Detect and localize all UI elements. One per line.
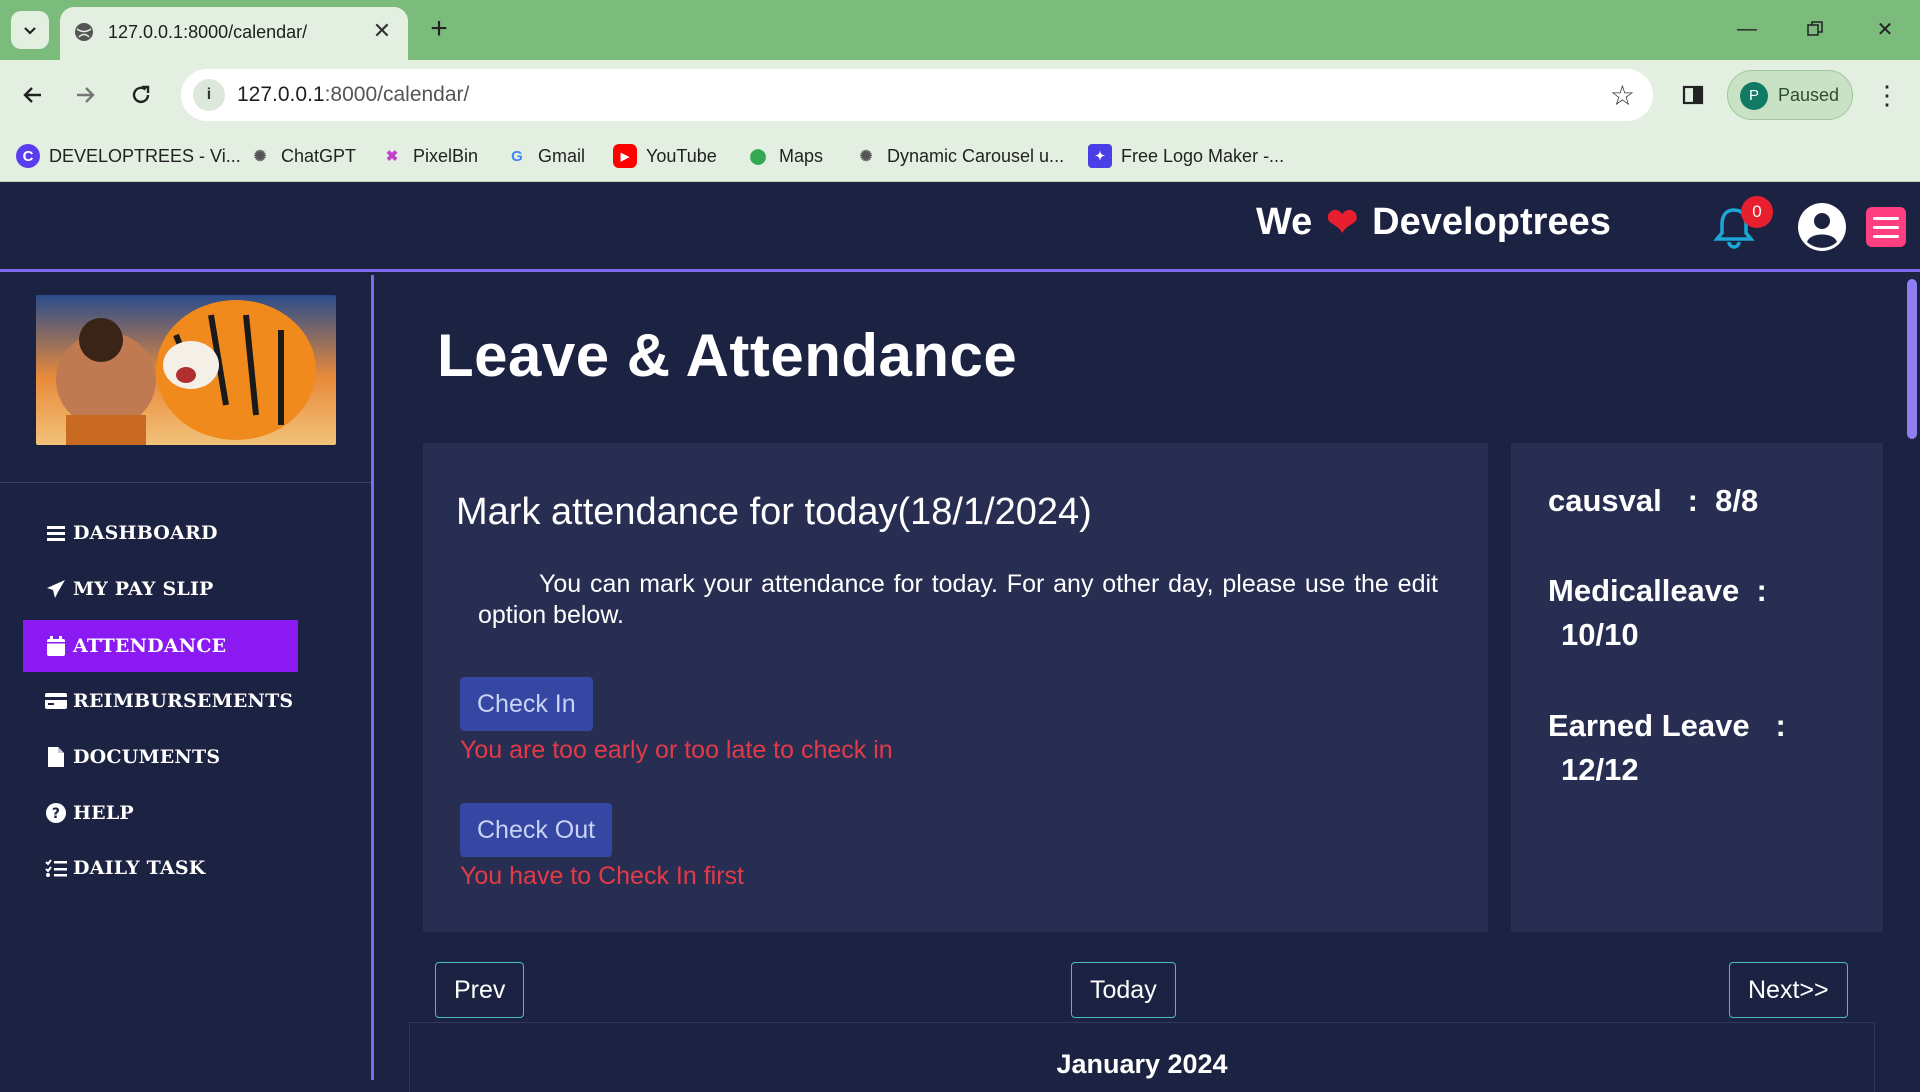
- svg-text:?: ?: [52, 806, 60, 822]
- bookmarks-bar: C DEVELOPTREES - Vi... ✺ ChatGPT ✖ Pixel…: [0, 130, 1920, 182]
- bars-icon: [45, 522, 67, 544]
- minimize-icon[interactable]: —: [1724, 12, 1770, 46]
- window-close-icon[interactable]: ✕: [1862, 12, 1908, 46]
- browser-menu-icon[interactable]: ⋮: [1868, 76, 1906, 114]
- browser-tab[interactable]: 127.0.0.1:8000/calendar/ ✕: [60, 7, 408, 60]
- attendance-description: You can mark your attendance for today. …: [478, 570, 1438, 629]
- user-account-icon[interactable]: [1797, 202, 1847, 252]
- calendar-month-title: January 2024: [1056, 1049, 1228, 1079]
- hamburger-menu-icon[interactable]: [1866, 207, 1906, 247]
- credit-card-icon: [45, 690, 67, 712]
- tab-search-button[interactable]: [11, 11, 49, 49]
- new-tab-button[interactable]: +: [424, 14, 454, 44]
- side-panel-icon[interactable]: [1674, 76, 1712, 114]
- leave-balance-card: causval : 8/8 Medicalleave : 10/10 Earne…: [1511, 443, 1883, 932]
- app-header: We ❤ Developtrees 0: [0, 182, 1920, 272]
- check-out-error: You have to Check In first: [460, 862, 744, 890]
- restore-icon[interactable]: [1792, 12, 1838, 46]
- profile-avatar: P: [1740, 82, 1768, 110]
- calendar-icon: [45, 635, 67, 657]
- profile-banner-image: [36, 295, 336, 445]
- browser-chrome: 127.0.0.1:8000/calendar/ ✕ + — ✕ i 127.0…: [0, 0, 1920, 182]
- bookmark-item[interactable]: ✺ Dynamic Carousel u...: [854, 140, 1064, 172]
- reload-icon[interactable]: [122, 76, 160, 114]
- sidebar-item-reimbursements[interactable]: REIMBURSEMENTS: [23, 675, 298, 727]
- earned-leave-value: 12/12: [1561, 752, 1639, 787]
- pixelbin-favicon: ✖: [385, 148, 399, 165]
- calendar-panel: January 2024: [409, 1022, 1875, 1092]
- notification-count-badge: 0: [1741, 196, 1773, 228]
- bookmark-item[interactable]: ⬤ Maps: [746, 140, 823, 172]
- bookmark-item[interactable]: ✦ Free Logo Maker -...: [1088, 140, 1284, 172]
- sidebar-item-documents[interactable]: DOCUMENTS: [23, 731, 298, 783]
- url-text: 127.0.0.1:8000/calendar/: [237, 83, 470, 106]
- sidebar-item-help[interactable]: ? HELP: [23, 787, 298, 839]
- sidebar-item-daily-task[interactable]: DAILY TASK: [23, 842, 298, 894]
- check-in-error: You are too early or too late to check i…: [460, 736, 893, 764]
- tab-title: 127.0.0.1:8000/calendar/: [108, 22, 308, 42]
- sidebar-divider: [0, 482, 371, 483]
- main-content: Leave & Attendance Mark attendance for t…: [377, 275, 1897, 1092]
- file-icon: [45, 746, 67, 768]
- check-out-button[interactable]: Check Out: [460, 803, 613, 857]
- chatgpt-favicon: ✺: [253, 148, 267, 165]
- check-in-button[interactable]: Check In: [460, 677, 593, 731]
- calendar-prev-button[interactable]: Prev: [435, 962, 525, 1018]
- chatgpt-favicon: ✺: [859, 148, 873, 165]
- logomaker-favicon: ✦: [1088, 144, 1112, 168]
- developtrees-favicon: C: [16, 144, 40, 168]
- scrollbar-thumb[interactable]: [1907, 279, 1917, 439]
- tab-close-icon[interactable]: ✕: [370, 18, 394, 43]
- bookmark-item[interactable]: ▶ YouTube: [613, 140, 717, 172]
- calendar-next-button[interactable]: Next>>: [1729, 962, 1848, 1018]
- list-check-icon: [45, 857, 67, 879]
- profile-button[interactable]: P Paused: [1727, 70, 1853, 120]
- brand-title: We ❤ Developtrees: [1256, 201, 1611, 244]
- sidebar-item-my-pay-slip[interactable]: MY PAY SLIP: [23, 563, 298, 615]
- forward-icon[interactable]: [66, 76, 104, 114]
- bookmark-star-icon[interactable]: ☆: [1610, 79, 1635, 112]
- google-favicon: G: [511, 147, 523, 165]
- bookmark-item[interactable]: ✺ ChatGPT: [248, 140, 356, 172]
- globe-icon: [75, 23, 93, 41]
- calendar-today-button[interactable]: Today: [1071, 962, 1176, 1018]
- youtube-favicon: ▶: [613, 144, 637, 168]
- browser-toolbar: i 127.0.0.1:8000/calendar/ ☆ P Paused ⋮: [0, 60, 1920, 130]
- chevron-down-icon: [24, 27, 36, 35]
- sidebar-item-dashboard[interactable]: DASHBOARD: [23, 507, 298, 559]
- site-info-icon[interactable]: i: [193, 79, 225, 111]
- bookmark-item[interactable]: ✖ PixelBin: [380, 140, 478, 172]
- profile-status: Paused: [1778, 85, 1840, 105]
- heart-icon: ❤: [1326, 202, 1359, 244]
- bookmark-item[interactable]: C DEVELOPTREES - Vi...: [16, 140, 241, 172]
- tab-strip: 127.0.0.1:8000/calendar/ ✕ + — ✕: [0, 0, 1920, 60]
- attendance-card: Mark attendance for today(18/1/2024) You…: [423, 443, 1488, 932]
- bookmark-item[interactable]: G Gmail: [505, 140, 585, 172]
- address-bar[interactable]: i 127.0.0.1:8000/calendar/ ☆: [181, 69, 1653, 121]
- question-circle-icon: ?: [45, 802, 67, 824]
- maps-favicon: ⬤: [749, 148, 767, 165]
- causal-leave-balance: causval : 8/8: [1548, 483, 1759, 518]
- paper-plane-icon: [45, 578, 67, 600]
- attendance-heading: Mark attendance for today(18/1/2024): [456, 491, 1092, 533]
- page-scrollbar[interactable]: [1904, 275, 1920, 1080]
- sidebar-item-attendance[interactable]: ATTENDANCE: [23, 620, 298, 672]
- medical-leave-value: 10/10: [1561, 617, 1639, 652]
- medical-leave-label: Medicalleave :: [1548, 573, 1767, 608]
- page-title: Leave & Attendance: [437, 322, 1018, 389]
- sidebar: DASHBOARD MY PAY SLIP ATTENDANCE REIMBUR…: [0, 275, 374, 1080]
- back-icon[interactable]: [14, 76, 52, 114]
- earned-leave-label: Earned Leave :: [1548, 708, 1786, 743]
